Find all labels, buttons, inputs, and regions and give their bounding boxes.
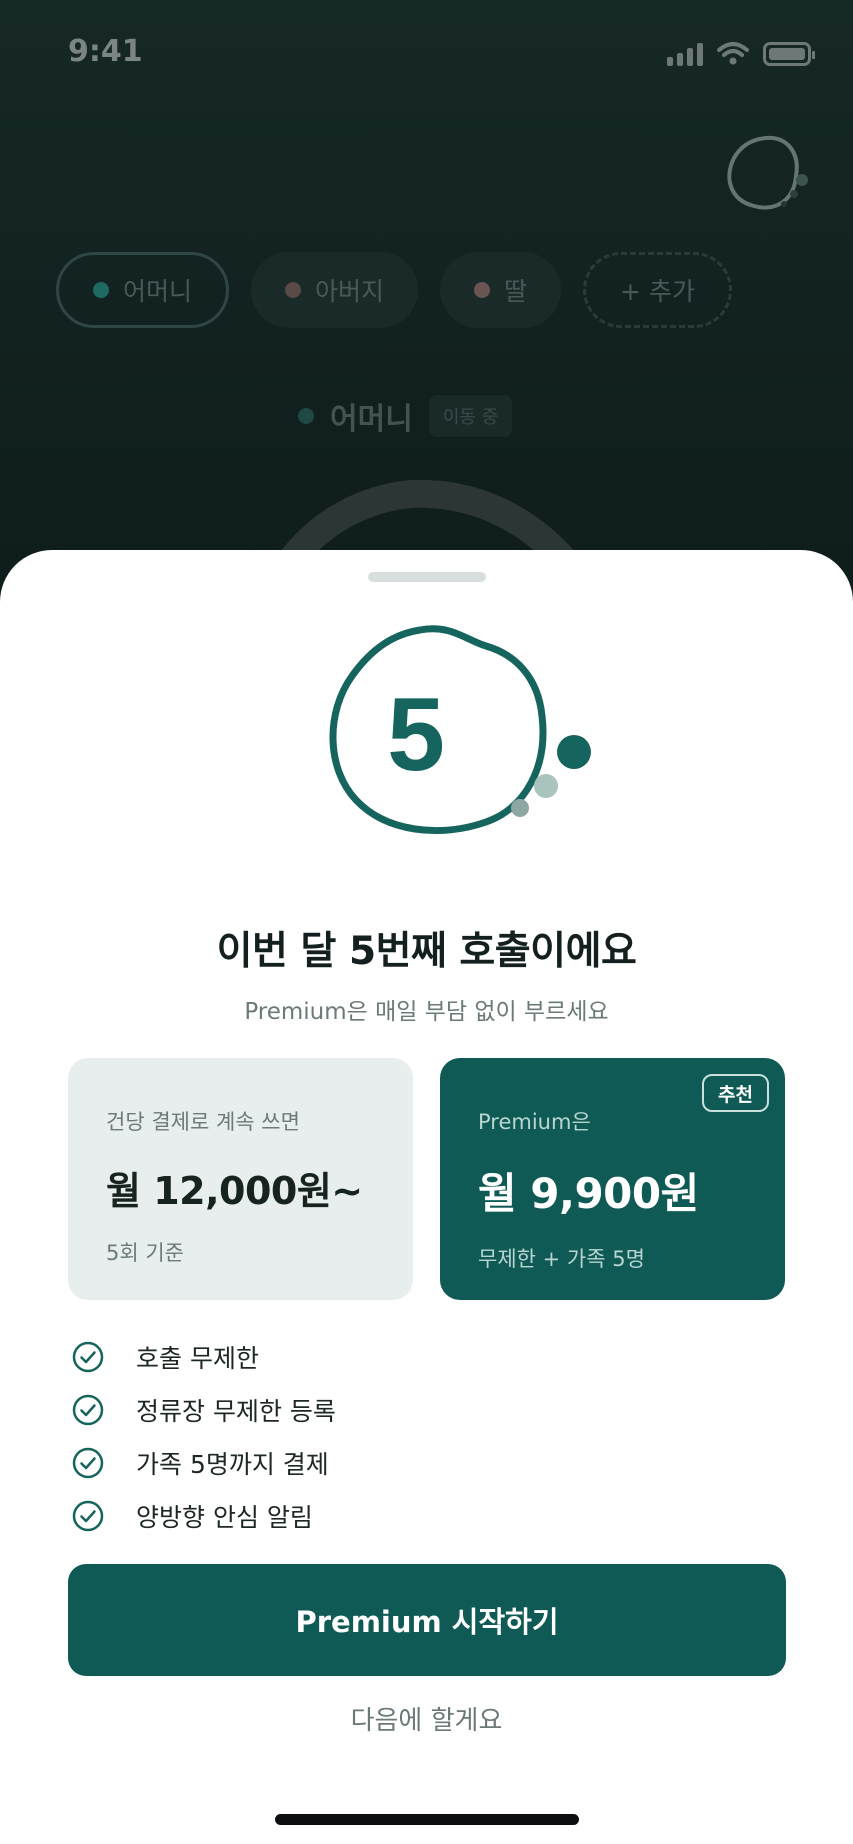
recommended-badge: 추천 bbox=[702, 1074, 769, 1112]
check-circle-icon bbox=[72, 1394, 104, 1425]
add-chip-label: + 추가 bbox=[620, 277, 695, 306]
status-dot bbox=[474, 282, 491, 298]
wifi-icon bbox=[717, 42, 749, 65]
list-item: 정류장 무제한 등록 bbox=[72, 1383, 336, 1436]
family-chip-daughter[interactable]: 딸 bbox=[440, 252, 562, 328]
family-chip-father[interactable]: 아버지 bbox=[251, 252, 419, 328]
plan-note: 무제한 + 가족 5명 bbox=[478, 1247, 645, 1271]
chip-label: 아버지 bbox=[315, 277, 385, 306]
list-item: 양방향 안심 알림 bbox=[72, 1489, 336, 1542]
plan-card-premium[interactable]: 추천 Premium은 월 9,900원 무제한 + 가족 5명 bbox=[440, 1058, 785, 1300]
plan-note: 5회 기준 bbox=[106, 1241, 184, 1265]
feature-text: 양방향 안심 알림 bbox=[136, 1502, 313, 1532]
dismiss-link[interactable]: 다음에 할게요 bbox=[0, 1700, 853, 1737]
call-count-number: 5 bbox=[387, 677, 445, 793]
status-bar: 9:41 bbox=[0, 0, 853, 110]
feature-text: 호출 무제한 bbox=[136, 1343, 259, 1373]
current-member: 어머니 이동 중 bbox=[298, 394, 513, 438]
feature-list: 호출 무제한 정류장 무제한 등록 가족 5명까지 결제 양방향 안심 알림 bbox=[72, 1330, 336, 1542]
app-logo-icon bbox=[727, 135, 808, 210]
check-circle-icon bbox=[72, 1341, 104, 1372]
add-family-chip[interactable]: + 추가 bbox=[583, 252, 732, 328]
family-chip-mother[interactable]: 어머니 bbox=[56, 252, 230, 328]
check-circle-icon bbox=[72, 1500, 104, 1531]
status-dot bbox=[298, 408, 314, 424]
status-time: 9:41 bbox=[68, 34, 143, 69]
battery-icon bbox=[763, 42, 815, 66]
start-premium-button[interactable]: Premium 시작하기 bbox=[68, 1564, 786, 1676]
premium-upsell-sheet: 5 이번 달 5번째 호출이에요 Premium은 매일 부담 없이 부르세요 … bbox=[0, 550, 853, 1844]
plan-price: 월 12,000원~ bbox=[106, 1169, 363, 1213]
cellular-signal-icon bbox=[667, 42, 703, 66]
chip-label: 딸 bbox=[504, 277, 528, 306]
status-dot bbox=[285, 282, 302, 298]
sheet-drag-handle[interactable] bbox=[368, 572, 486, 582]
home-indicator bbox=[275, 1814, 579, 1825]
status-badge: 이동 중 bbox=[428, 395, 513, 437]
sheet-title: 이번 달 5번째 호출이에요 bbox=[216, 929, 637, 974]
list-item: 가족 5명까지 결제 bbox=[72, 1436, 336, 1489]
status-icons bbox=[667, 38, 815, 66]
list-item: 호출 무제한 bbox=[72, 1330, 336, 1383]
check-circle-icon bbox=[72, 1447, 104, 1478]
feature-text: 정류장 무제한 등록 bbox=[136, 1396, 336, 1426]
current-member-name: 어머니 bbox=[330, 402, 413, 437]
status-dot bbox=[93, 282, 109, 298]
plan-label: 건당 결제로 계속 쓰면 bbox=[106, 1110, 300, 1134]
family-chip-row: 어머니 아버지 딸 + 추가 bbox=[56, 252, 732, 328]
feature-text: 가족 5명까지 결제 bbox=[136, 1449, 329, 1479]
plan-card-pay-per-call: 건당 결제로 계속 쓰면 월 12,000원~ 5회 기준 bbox=[68, 1058, 413, 1300]
call-count-logo-icon: 5 bbox=[329, 625, 591, 834]
sheet-subtitle: Premium은 매일 부담 없이 부르세요 bbox=[244, 999, 609, 1025]
plan-price: 월 9,900원 bbox=[478, 1169, 699, 1218]
chip-label: 어머니 bbox=[123, 277, 193, 306]
